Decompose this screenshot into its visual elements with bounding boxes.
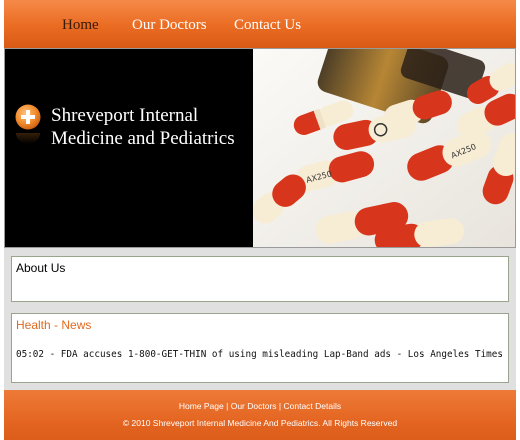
site-title-line-2: Medicine and Pediatrics bbox=[51, 128, 235, 149]
plus-circle-icon bbox=[15, 104, 41, 130]
logo-reflection bbox=[16, 133, 40, 144]
health-news-title: Health - News bbox=[16, 318, 92, 332]
top-navigation: Home Our Doctors Contact Us bbox=[4, 0, 516, 48]
news-item-link[interactable]: 05:02 - FDA accuses 1-800-GET-THIN of us… bbox=[16, 349, 503, 360]
footer-link-contact-details[interactable]: Contact Details bbox=[284, 401, 342, 411]
site-title: Shreveport Internal Medicine and Pediatr… bbox=[51, 104, 235, 150]
capsules-photo: AX250 AX250 bbox=[253, 49, 515, 247]
nav-contact-us[interactable]: Contact Us bbox=[234, 17, 301, 34]
footer-separator: | bbox=[226, 401, 229, 411]
site-title-line-1: Shreveport Internal bbox=[51, 105, 199, 126]
header-banner: Shreveport Internal Medicine and Pediatr… bbox=[4, 48, 516, 248]
about-us-panel: About Us bbox=[11, 256, 509, 302]
health-news-panel: Health - News 05:02 - FDA accuses 1-800-… bbox=[11, 313, 509, 383]
footer-copyright: © 2010 Shreveport Internal Medicine And … bbox=[122, 418, 398, 428]
footer: Home Page | Our Doctors | Contact Detail… bbox=[4, 390, 516, 440]
banner-logo-area: Shreveport Internal Medicine and Pediatr… bbox=[5, 49, 253, 247]
footer-link-home-page[interactable]: Home Page bbox=[179, 401, 224, 411]
page: Home Our Doctors Contact Us Shreveport I… bbox=[4, 0, 516, 440]
footer-links: Home Page | Our Doctors | Contact Detail… bbox=[4, 401, 516, 411]
nav-home[interactable]: Home bbox=[62, 17, 99, 34]
about-us-title: About Us bbox=[16, 261, 66, 275]
footer-separator: | bbox=[278, 401, 282, 411]
nav-our-doctors[interactable]: Our Doctors bbox=[132, 17, 207, 34]
footer-link-our-doctors[interactable]: Our Doctors bbox=[231, 401, 277, 411]
